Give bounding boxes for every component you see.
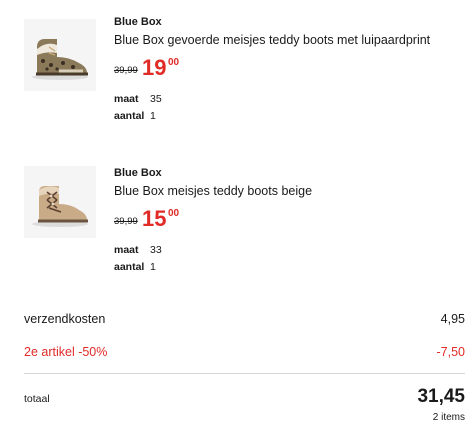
- product-title[interactable]: Blue Box gevoerde meisjes teddy boots me…: [114, 31, 465, 49]
- shipping-row: verzendkosten 4,95: [24, 312, 465, 326]
- price-block: 39,99 15 00: [114, 206, 465, 236]
- old-price: 39,99: [114, 216, 138, 227]
- price-block: 39,99 19 00: [114, 55, 465, 85]
- size-row: maat 35: [114, 91, 465, 108]
- product-brand: Blue Box: [114, 167, 162, 179]
- discount-value: -7,50: [436, 345, 466, 359]
- discount-label: 2e artikel -50%: [24, 345, 108, 359]
- product-image[interactable]: [24, 19, 96, 91]
- total-value: 31,45: [417, 386, 465, 407]
- size-value: 35: [150, 93, 162, 105]
- sale-price-euros: 19: [142, 55, 167, 80]
- size-label: maat: [114, 93, 139, 105]
- quantity-value: 1: [150, 110, 156, 122]
- size-label: maat: [114, 244, 139, 256]
- summary-divider: [24, 373, 465, 374]
- product-title[interactable]: Blue Box meisjes teddy boots beige: [114, 182, 465, 200]
- total-label: totaal: [24, 393, 50, 405]
- shipping-value: 4,95: [440, 312, 465, 326]
- sale-price-euros: 15: [142, 206, 167, 231]
- quantity-label: aantal: [114, 110, 145, 122]
- product-brand: Blue Box: [114, 16, 162, 28]
- old-price: 39,99: [114, 65, 138, 76]
- product-image[interactable]: [24, 166, 96, 238]
- quantity-row: aantal 1: [114, 108, 465, 125]
- quantity-row: aantal 1: [114, 259, 465, 276]
- shipping-label: verzendkosten: [24, 312, 106, 326]
- boot-image-leopard: [32, 39, 88, 80]
- size-row: maat 33: [114, 242, 465, 259]
- sale-price-cents: 00: [168, 208, 180, 219]
- quantity-value: 1: [150, 261, 156, 273]
- sale-price-cents: 00: [168, 57, 180, 68]
- size-value: 33: [150, 244, 162, 256]
- items-count: 2 items: [432, 412, 465, 423]
- discount-row: 2e artikel -50% -7,50: [24, 345, 465, 359]
- quantity-label: aantal: [114, 261, 145, 273]
- boot-image-beige: [32, 186, 88, 227]
